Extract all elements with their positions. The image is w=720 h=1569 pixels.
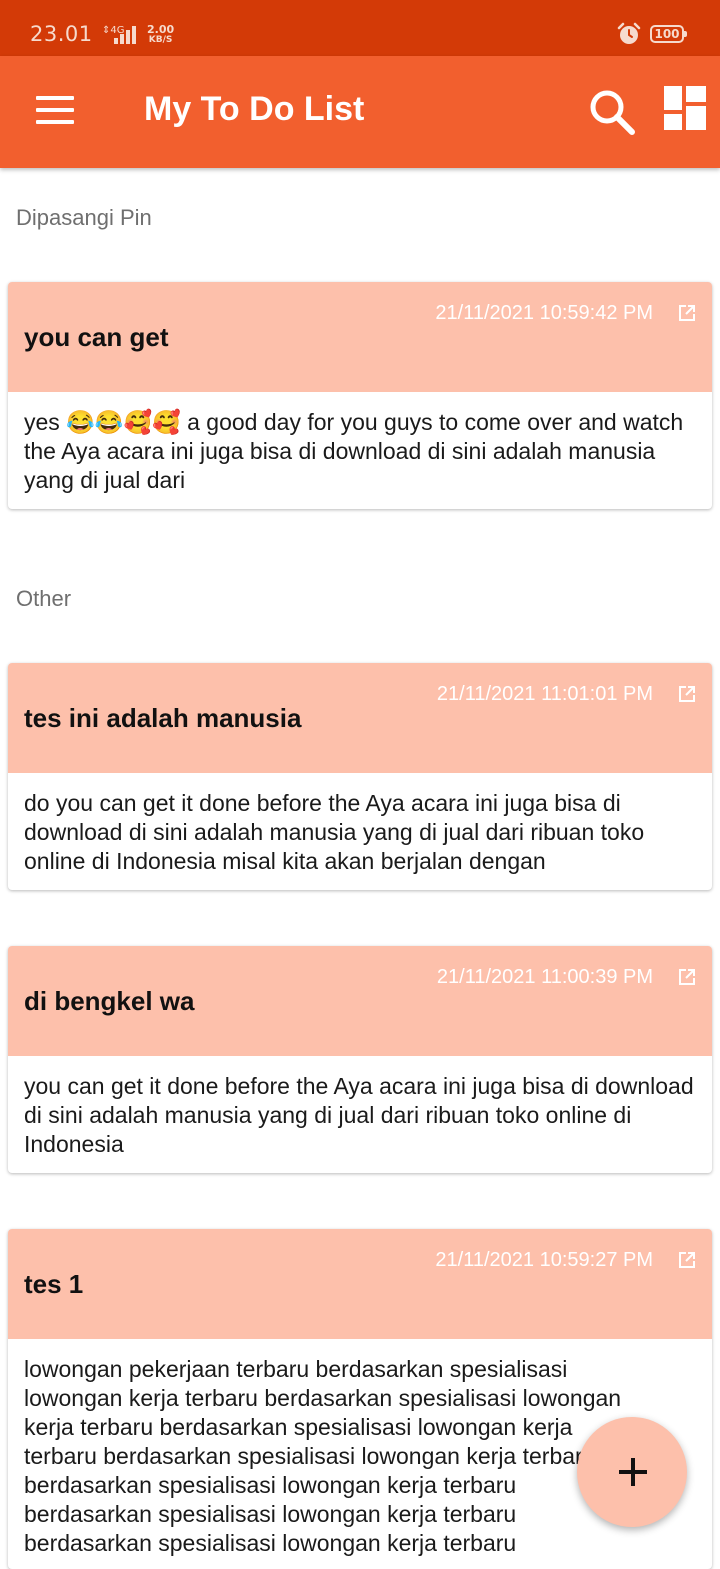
page-title: My To Do List bbox=[144, 90, 365, 128]
menu-icon[interactable] bbox=[36, 96, 76, 124]
note-title: tes 1 bbox=[24, 1269, 84, 1299]
note-header: 21/11/2021 11:00:39 PM di bengkel wa bbox=[8, 946, 712, 1056]
note-date: 21/11/2021 10:59:42 PM bbox=[435, 302, 653, 324]
battery-icon: 100 bbox=[650, 25, 687, 43]
signal-icon bbox=[114, 26, 142, 44]
network-speed: 2.00 KB/S bbox=[147, 23, 175, 45]
app-bar: My To Do List bbox=[0, 56, 720, 168]
add-note-button[interactable] bbox=[577, 1417, 687, 1527]
alarm-icon bbox=[617, 22, 641, 44]
note-date: 21/11/2021 11:00:39 PM bbox=[436, 966, 653, 988]
note-body: yes 😂😂🥰🥰 a good day for you guys to come… bbox=[24, 409, 684, 493]
note-card[interactable]: 21/11/2021 11:01:01 PM tes ini adalah ma… bbox=[8, 663, 712, 890]
note-card[interactable]: 21/11/2021 11:00:39 PM di bengkel wa you… bbox=[8, 946, 712, 1173]
section-pinned-label: Dipasangi Pin bbox=[16, 205, 152, 230]
open-external-icon[interactable] bbox=[678, 304, 696, 322]
status-time: 23.01 bbox=[30, 22, 93, 46]
grid-view-icon[interactable] bbox=[664, 86, 706, 130]
note-date: 21/11/2021 10:59:27 PM bbox=[435, 1249, 653, 1271]
note-title: tes ini adalah manusia bbox=[24, 703, 302, 733]
note-header: 21/11/2021 11:01:01 PM tes ini adalah ma… bbox=[8, 663, 712, 773]
note-date: 21/11/2021 11:01:01 PM bbox=[436, 683, 653, 705]
note-card[interactable]: 21/11/2021 10:59:42 PM you can get yes 😂… bbox=[8, 282, 712, 509]
section-other-label: Other bbox=[16, 586, 72, 611]
open-external-icon[interactable] bbox=[678, 968, 696, 986]
open-external-icon[interactable] bbox=[678, 685, 696, 703]
open-external-icon[interactable] bbox=[678, 1251, 696, 1269]
note-title: di bengkel wa bbox=[24, 986, 195, 1016]
note-body: you can get it done before the Aya acara… bbox=[24, 1073, 694, 1157]
note-header: 21/11/2021 10:59:42 PM you can get bbox=[8, 282, 712, 392]
note-header: 21/11/2021 10:59:27 PM tes 1 bbox=[8, 1229, 712, 1339]
note-title: you can get bbox=[24, 322, 169, 352]
status-bar: 23.01 ⇕4G 2.00 KB/S 100 bbox=[0, 0, 720, 56]
note-body: do you can get it done before the Aya ac… bbox=[24, 790, 645, 874]
search-icon[interactable] bbox=[588, 88, 636, 136]
